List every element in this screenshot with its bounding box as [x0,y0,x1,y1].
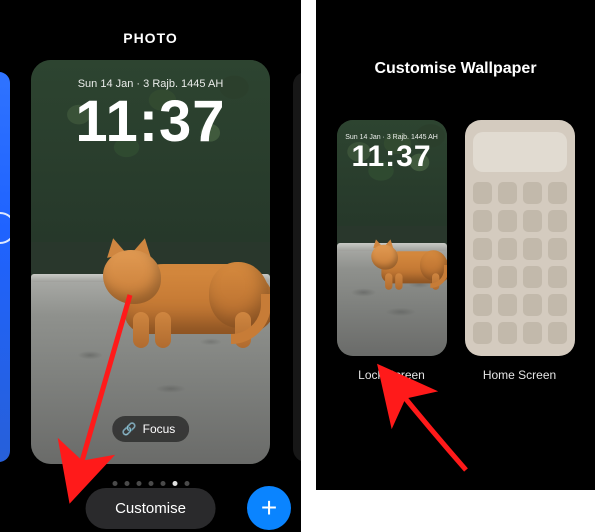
focus-pill[interactable]: 🔗 Focus [112,416,190,442]
link-icon: 🔗 [122,422,137,436]
lockscreen-thumb[interactable]: Sun 14 Jan · 3 Rajb. 1445 AH 11:37 [337,120,447,356]
homescreen-thumb[interactable] [465,120,575,356]
thumb-lock-time: 11:37 [337,140,447,174]
lockscreen-time: 11:37 [31,88,270,155]
current-lockscreen-preview[interactable]: Sun 14 Jan · 3 Rajb. 1445 AH 11:37 🔗 Foc… [31,60,270,464]
customise-title: Customise Wallpaper [316,60,595,78]
add-wallpaper-button[interactable]: + [247,486,291,530]
adjacent-wallpaper-left[interactable] [0,72,10,462]
page-indicator [112,481,189,486]
wallpaper-gallery-panel: PHOTO Sun 14 Jan · 3 Rajb. 1445 AH 11:37… [0,0,301,532]
gallery-category-title: PHOTO [0,30,301,46]
focus-pill-label: Focus [143,422,176,436]
customise-button[interactable]: Customise [85,488,216,529]
composite-two-panels: PHOTO Sun 14 Jan · 3 Rajb. 1445 AH 11:37… [0,0,600,532]
homescreen-icon-grid [473,182,567,342]
adjacent-wallpaper-right[interactable] [293,72,301,462]
lockscreen-thumb-label: Lock Screen [337,368,447,382]
customise-wallpaper-panel: Customise Wallpaper Sun 14 Jan · 3 Rajb.… [316,0,595,490]
annotation-arrow-right [376,375,496,490]
homescreen-thumb-label: Home Screen [465,368,575,382]
preview-pair: Sun 14 Jan · 3 Rajb. 1445 AH 11:37 Lock … [316,120,595,382]
